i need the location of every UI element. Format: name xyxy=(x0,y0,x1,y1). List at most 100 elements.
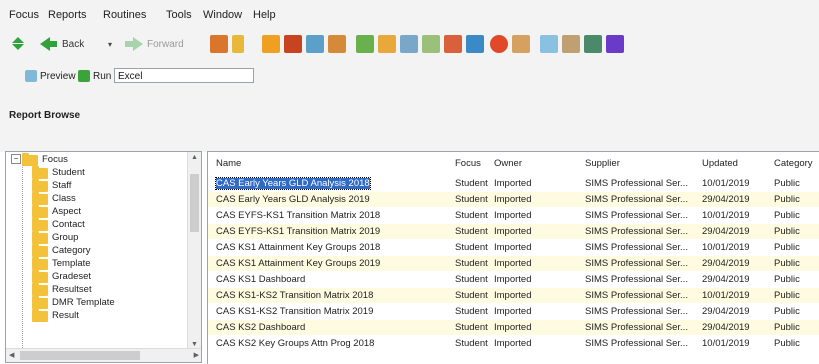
focus-tree[interactable]: − Focus Student Staff Class Aspect Conta… xyxy=(5,151,202,363)
purple-icon[interactable] xyxy=(606,35,624,53)
collapse-icon[interactable]: − xyxy=(11,154,21,164)
person-icon[interactable] xyxy=(232,35,244,53)
menu-help[interactable]: Help xyxy=(253,9,276,21)
tree-item-result[interactable]: Result xyxy=(52,309,79,322)
tree-guide-line xyxy=(22,162,24,362)
tree-vertical-scrollbar[interactable]: ▲ ▼ xyxy=(187,152,201,350)
folder-icon xyxy=(32,192,48,205)
scroll-up-icon[interactable]: ▲ xyxy=(191,154,198,161)
table-row[interactable]: CAS KS1-KS2 Transition Matrix 2019 Studen… xyxy=(208,304,819,319)
cell-owner: Imported xyxy=(494,210,532,221)
output-format-field[interactable]: Excel xyxy=(114,68,254,83)
preview-icon xyxy=(25,70,37,83)
tree-item-class[interactable]: Class xyxy=(52,192,76,205)
forward-button[interactable]: Forward xyxy=(125,34,195,54)
cell-name: CAS Early Years GLD Analysis 2018 xyxy=(215,177,371,190)
books-icon[interactable] xyxy=(356,35,374,53)
table-row[interactable]: CAS KS1 Attainment Key Groups 2018 Studen… xyxy=(208,240,819,255)
cell-owner: Imported xyxy=(494,178,532,189)
cell-name: CAS Early Years GLD Analysis 2019 xyxy=(216,194,370,205)
cell-owner: Imported xyxy=(494,242,532,253)
cell-updated: 29/04/2019 xyxy=(702,258,750,269)
cell-updated: 10/01/2019 xyxy=(702,178,750,189)
cell-focus: Student xyxy=(455,322,488,333)
table-row[interactable]: CAS EYFS-KS1 Transition Matrix 2018 Stude… xyxy=(208,208,819,223)
column-header-supplier[interactable]: Supplier xyxy=(585,158,620,169)
menu-window[interactable]: Window xyxy=(203,9,242,21)
table-row[interactable]: CAS EYFS-KS1 Transition Matrix 2019 Stude… xyxy=(208,224,819,239)
table-row[interactable]: CAS Early Years GLD Analysis 2019 Student… xyxy=(208,192,819,207)
tree-item-staff[interactable]: Staff xyxy=(52,179,71,192)
tree-item-contact[interactable]: Contact xyxy=(52,218,85,231)
cell-owner: Imported xyxy=(494,226,532,237)
tree-item-category[interactable]: Category xyxy=(52,244,91,257)
tree-scroll-thumb[interactable] xyxy=(190,174,199,232)
back-dropdown-icon[interactable]: ▾ xyxy=(108,40,112,49)
menu-tools[interactable]: Tools xyxy=(166,9,192,21)
run-button[interactable]: Run xyxy=(78,69,111,85)
window-icon[interactable] xyxy=(400,35,418,53)
flag-icon[interactable] xyxy=(284,35,302,53)
cell-focus: Student xyxy=(455,290,488,301)
folder-icon xyxy=(32,218,48,231)
tree-item-dmr-template[interactable]: DMR Template xyxy=(52,296,115,309)
cell-category: Public xyxy=(774,242,800,253)
panel-header xyxy=(0,92,819,152)
refresh-icon[interactable] xyxy=(12,35,26,51)
menu-reports[interactable]: Reports xyxy=(48,9,87,21)
cell-category: Public xyxy=(774,290,800,301)
tree-item-gradeset[interactable]: Gradeset xyxy=(52,270,91,283)
tree-item-focus[interactable]: Focus xyxy=(42,153,68,166)
cell-name: CAS KS2 Dashboard xyxy=(216,322,306,333)
list-icon[interactable] xyxy=(378,35,396,53)
tree-item-template[interactable]: Template xyxy=(52,257,91,270)
column-header-focus[interactable]: Focus xyxy=(455,158,481,169)
menu-focus[interactable]: Focus xyxy=(9,9,39,21)
menu-routines[interactable]: Routines xyxy=(103,9,146,21)
cell-focus: Student xyxy=(455,306,488,317)
preview-button[interactable]: Preview xyxy=(25,69,76,85)
mail-icon[interactable] xyxy=(540,35,558,53)
chart2-icon[interactable] xyxy=(584,35,602,53)
tree-item-student[interactable]: Student xyxy=(52,166,85,179)
group-icon[interactable] xyxy=(328,35,346,53)
scroll-left-icon[interactable]: ◀ xyxy=(9,351,14,359)
scroll-down-icon[interactable]: ▼ xyxy=(191,341,198,348)
people-icon[interactable] xyxy=(210,35,228,53)
user-icon[interactable] xyxy=(512,35,530,53)
card-icon[interactable] xyxy=(562,35,580,53)
group2-icon[interactable] xyxy=(444,35,462,53)
cell-category: Public xyxy=(774,226,800,237)
cell-supplier: SIMS Professional Ser... xyxy=(585,338,688,349)
tree-hscroll-thumb[interactable] xyxy=(20,351,140,360)
table-row[interactable]: CAS KS2 Dashboard Student Imported SIMS Pro… xyxy=(208,320,819,335)
menu-bar: Focus Reports Routines Tools Window Help xyxy=(0,0,819,26)
tree-item-group[interactable]: Group xyxy=(52,231,78,244)
column-header-category[interactable]: Category xyxy=(774,158,813,169)
column-header-owner[interactable]: Owner xyxy=(494,158,522,169)
chart-icon[interactable] xyxy=(306,35,324,53)
cell-owner: Imported xyxy=(494,322,532,333)
scroll-right-icon[interactable]: ▶ xyxy=(194,351,199,359)
tree-item-resultset[interactable]: Resultset xyxy=(52,283,92,296)
cell-category: Public xyxy=(774,306,800,317)
column-header-updated[interactable]: Updated xyxy=(702,158,738,169)
tree-item-aspect[interactable]: Aspect xyxy=(52,205,81,218)
report-book-icon[interactable] xyxy=(262,35,280,53)
table-row[interactable]: CAS KS1 Attainment Key Groups 2019 Studen… xyxy=(208,256,819,271)
table-row[interactable]: CAS KS1 Dashboard Student Imported SIMS Pro… xyxy=(208,272,819,287)
table-row[interactable]: CAS Early Years GLD Analysis 2018 Student… xyxy=(208,176,819,191)
column-header-name[interactable]: Name xyxy=(216,158,241,169)
cell-updated: 29/04/2019 xyxy=(702,322,750,333)
cell-owner: Imported xyxy=(494,306,532,317)
clock-icon[interactable] xyxy=(490,35,508,53)
cell-category: Public xyxy=(774,210,800,221)
cell-updated: 29/04/2019 xyxy=(702,226,750,237)
cell-updated: 10/01/2019 xyxy=(702,338,750,349)
table-row[interactable]: CAS KS1-KS2 Transition Matrix 2018 Studen… xyxy=(208,288,819,303)
home-icon[interactable] xyxy=(466,35,484,53)
table-row[interactable]: CAS KS2 Key Groups Attn Prog 2018 Student… xyxy=(208,336,819,351)
edit-icon[interactable] xyxy=(422,35,440,53)
back-button[interactable]: Back xyxy=(40,34,100,54)
tree-horizontal-scrollbar[interactable]: ◀ ▶ xyxy=(6,348,201,362)
